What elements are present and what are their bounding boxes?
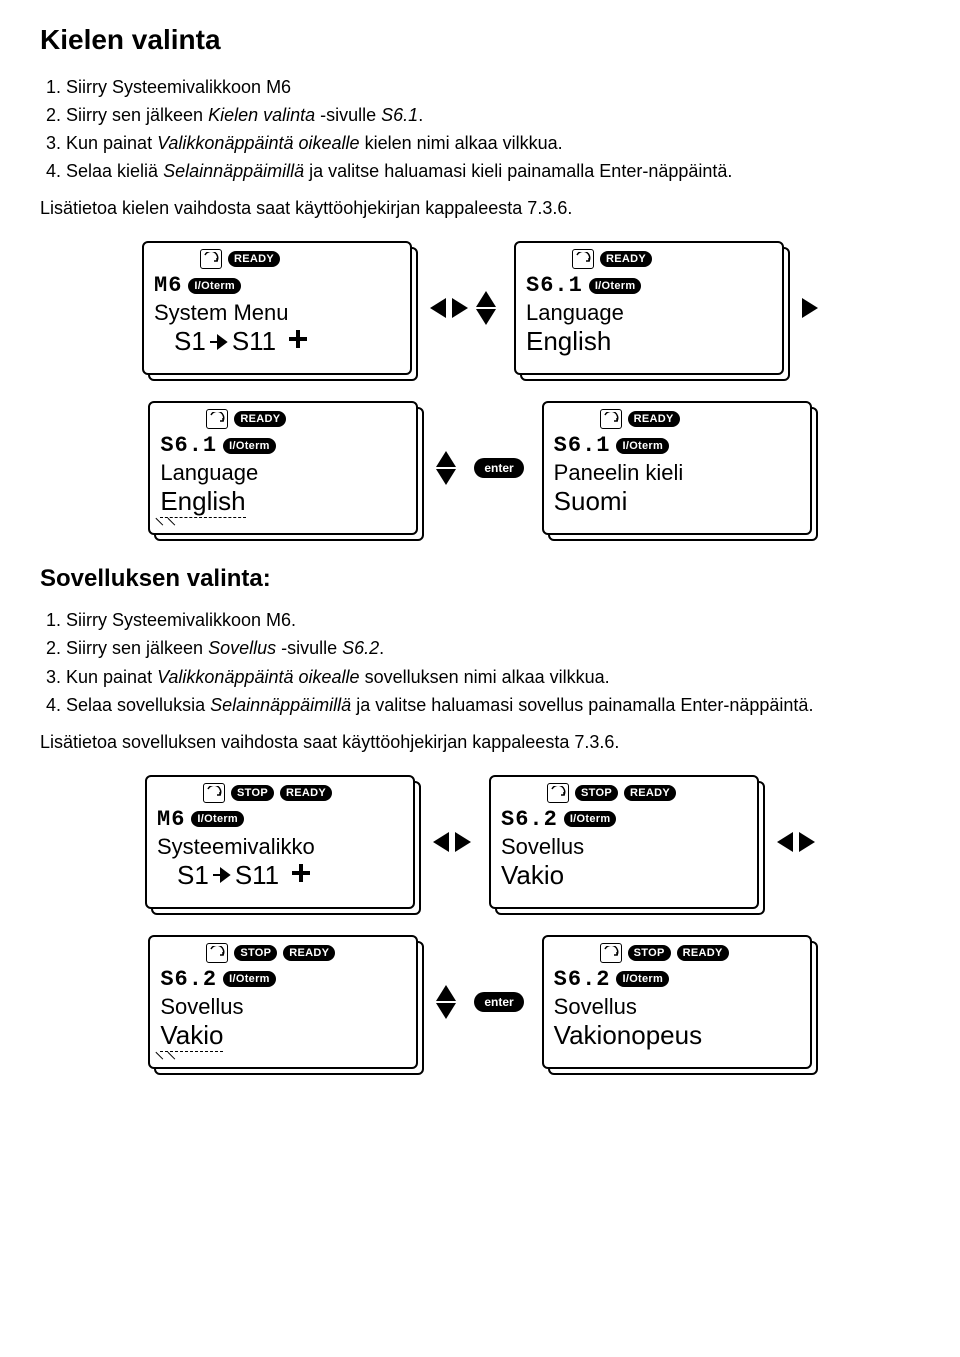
ready-pill: READY xyxy=(234,411,286,427)
ioterm-pill: I/Oterm xyxy=(223,971,276,987)
step: Kun painat Valikkonäppäintä oikealle kie… xyxy=(66,130,920,156)
section2-steps: Siirry Systeemivalikkoon M6. Siirry sen … xyxy=(40,607,920,717)
diagram-row: STOP READY M6 I/Oterm Systeemivalikko S1… xyxy=(40,775,920,909)
arrow-right-icon xyxy=(208,328,230,359)
ioterm-pill: I/Oterm xyxy=(616,971,669,987)
arrow-down-icon xyxy=(476,309,496,325)
stop-pill: STOP xyxy=(628,945,671,961)
arrow-up-icon xyxy=(476,291,496,307)
display-panel: READY S6.1 I/Oterm Paneelin kieli Suomi xyxy=(542,401,812,535)
display-panel: STOP READY M6 I/Oterm Systeemivalikko S1… xyxy=(145,775,415,909)
ready-pill: READY xyxy=(624,785,676,801)
section2-title: Sovelluksen valinta: xyxy=(40,565,920,593)
enter-button: enter xyxy=(474,458,523,478)
arrow-down-icon xyxy=(436,469,456,485)
arrow-left-icon xyxy=(433,832,449,852)
step: Selaa kieliä Selainnäppäimillä ja valits… xyxy=(66,158,920,184)
curve-icon xyxy=(203,783,225,803)
step: Selaa sovelluksia Selainnäppäimillä ja v… xyxy=(66,692,920,718)
nav-arrows xyxy=(433,832,471,852)
arrow-up-icon xyxy=(436,985,456,1001)
ready-pill: READY xyxy=(280,785,332,801)
display-panel: READY S6.1 I/Oterm Language English xyxy=(148,401,418,535)
curve-icon xyxy=(572,249,594,269)
step: Kun painat Valikkonäppäintä oikealle sov… xyxy=(66,664,920,690)
section1-info: Lisätietoa kielen vaihdosta saat käyttöo… xyxy=(40,198,920,219)
diagram-row: READY S6.1 I/Oterm Language English ente… xyxy=(40,401,920,535)
arrow-right-icon xyxy=(799,832,815,852)
display-panel: STOP READY S6.2 I/Oterm Sovellus Vakiono… xyxy=(542,935,812,1069)
curve-icon xyxy=(547,783,569,803)
step: Siirry Systeemivalikkoon M6. xyxy=(66,607,920,633)
display-panel: READY M6 I/Oterm System Menu S1S11 xyxy=(142,241,412,375)
step: Siirry sen jälkeen Sovellus -sivulle S6.… xyxy=(66,635,920,661)
ready-pill: READY xyxy=(628,411,680,427)
nav-arrows xyxy=(436,985,456,1019)
display-panel: READY S6.1 I/Oterm Language English xyxy=(514,241,784,375)
plus-icon xyxy=(290,862,312,884)
arrow-right-icon xyxy=(452,298,468,318)
diagram-row: STOP READY S6.2 I/Oterm Sovellus Vakio e… xyxy=(40,935,920,1069)
section1-steps: Siirry Systeemivalikkoon M6 Siirry sen j… xyxy=(40,74,920,184)
ioterm-pill: I/Oterm xyxy=(223,438,276,454)
ioterm-pill: I/Oterm xyxy=(589,278,642,294)
ready-pill: READY xyxy=(600,251,652,267)
arrow-left-icon xyxy=(430,298,446,318)
nav-arrows xyxy=(436,451,456,485)
step: Siirry sen jälkeen Kielen valinta -sivul… xyxy=(66,102,920,128)
enter-button: enter xyxy=(474,992,523,1012)
arrow-right-icon xyxy=(802,298,818,318)
curve-icon xyxy=(200,249,222,269)
ioterm-pill: I/Oterm xyxy=(191,811,244,827)
plus-icon xyxy=(287,328,309,350)
curve-icon xyxy=(600,409,622,429)
arrow-left-icon xyxy=(777,832,793,852)
section2-info: Lisätietoa sovelluksen vaihdosta saat kä… xyxy=(40,732,920,753)
stop-pill: STOP xyxy=(234,945,277,961)
ready-pill: READY xyxy=(228,251,280,267)
diagram-row: READY M6 I/Oterm System Menu S1S11 xyxy=(40,241,920,375)
arrow-up-icon xyxy=(436,451,456,467)
curve-icon xyxy=(206,409,228,429)
arrow-right-icon xyxy=(211,861,233,892)
ioterm-pill: I/Oterm xyxy=(616,438,669,454)
display-panel: STOP READY S6.2 I/Oterm Sovellus Vakio xyxy=(489,775,759,909)
ready-pill: READY xyxy=(677,945,729,961)
step: Siirry Systeemivalikkoon M6 xyxy=(66,74,920,100)
curve-icon xyxy=(206,943,228,963)
section1-title: Kielen valinta xyxy=(40,24,920,56)
nav-arrows xyxy=(777,832,815,852)
ready-pill: READY xyxy=(283,945,335,961)
arrow-right-icon xyxy=(455,832,471,852)
display-panel: STOP READY S6.2 I/Oterm Sovellus Vakio xyxy=(148,935,418,1069)
ioterm-pill: I/Oterm xyxy=(188,278,241,294)
arrow-down-icon xyxy=(436,1003,456,1019)
curve-icon xyxy=(600,943,622,963)
nav-arrows xyxy=(430,291,496,325)
ioterm-pill: I/Oterm xyxy=(564,811,617,827)
stop-pill: STOP xyxy=(231,785,274,801)
stop-pill: STOP xyxy=(575,785,618,801)
